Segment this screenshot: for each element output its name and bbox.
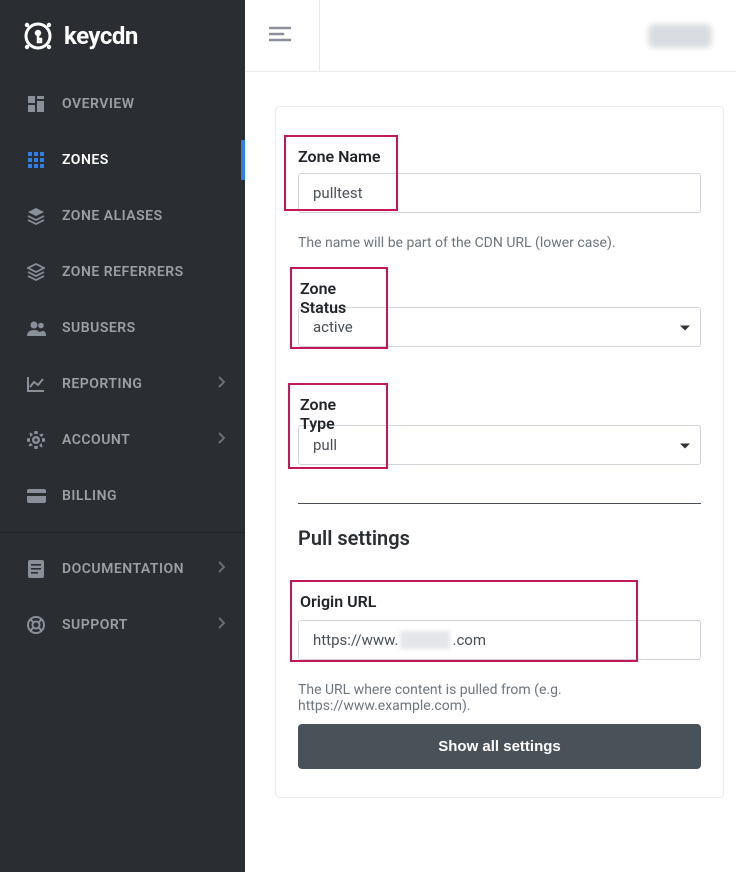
chevron-right-icon — [217, 617, 225, 633]
sidebar-item-zone-referrers[interactable]: ZONE REFERRERS — [0, 244, 245, 300]
sidebar-item-reporting[interactable]: REPORTING — [0, 356, 245, 412]
sidebar-item-billing[interactable]: BILLING — [0, 468, 245, 524]
sidebar-item-label: SUPPORT — [62, 617, 128, 633]
layers-outline-icon — [26, 262, 46, 282]
field-origin-url: Origin URL https://www. .com The URL whe… — [298, 580, 701, 662]
sidebar-item-overview[interactable]: OVERVIEW — [0, 76, 245, 132]
origin-url-label: Origin URL — [292, 582, 636, 621]
zone-name-help: The name will be part of the CDN URL (lo… — [298, 235, 616, 251]
chevron-right-icon — [217, 376, 225, 392]
sidebar-item-label: REPORTING — [62, 376, 142, 392]
zone-status-label: Zone Status — [292, 269, 386, 327]
sidebar-item-label: ZONES — [62, 152, 109, 168]
chart-icon — [26, 374, 46, 394]
document-icon — [26, 559, 46, 579]
field-zone-type: Zone Type pull — [298, 383, 701, 469]
section-separator — [298, 503, 701, 504]
zone-type-label: Zone Type — [290, 385, 386, 443]
sidebar: keycdn OVERVIEW ZONES ZONE ALIASES ZONE … — [0, 0, 245, 872]
sidebar-item-label: ACCOUNT — [62, 432, 130, 448]
grid-icon — [26, 150, 46, 170]
sidebar-item-label: SUBUSERS — [62, 320, 136, 336]
layers-icon — [26, 206, 46, 226]
field-zone-status: Zone Status active — [298, 267, 701, 349]
brand-logo[interactable]: keycdn — [0, 0, 245, 76]
pull-settings-heading: Pull settings — [298, 526, 701, 550]
sidebar-item-zone-aliases[interactable]: ZONE ALIASES — [0, 188, 245, 244]
origin-url-help: The URL where content is pulled from (e.… — [298, 682, 598, 714]
sidebar-item-label: DOCUMENTATION — [62, 561, 184, 577]
content: Zone Name The name will be part of the C… — [245, 72, 736, 818]
sidebar-item-label: ZONE ALIASES — [62, 208, 163, 224]
zone-name-label: Zone Name — [286, 137, 396, 176]
brand-name: keycdn — [64, 22, 138, 50]
keycdn-logo-icon — [20, 18, 56, 54]
topbar — [245, 0, 736, 72]
sidebar-item-label: BILLING — [62, 488, 117, 504]
show-all-settings-button[interactable]: Show all settings — [298, 724, 701, 769]
dashboard-icon — [26, 94, 46, 114]
nav-secondary: DOCUMENTATION SUPPORT — [0, 541, 245, 653]
menu-toggle-icon[interactable] — [269, 26, 291, 46]
chevron-right-icon — [217, 432, 225, 448]
field-zone-name: Zone Name The name will be part of the C… — [298, 135, 701, 217]
zone-form-card: Zone Name The name will be part of the C… — [275, 106, 724, 798]
user-badge-redacted — [648, 24, 712, 48]
sidebar-item-account[interactable]: ACCOUNT — [0, 412, 245, 468]
sidebar-item-zones[interactable]: ZONES — [0, 132, 245, 188]
main: Zone Name The name will be part of the C… — [245, 0, 736, 872]
sidebar-item-label: ZONE REFERRERS — [62, 264, 184, 280]
sidebar-item-subusers[interactable]: SUBUSERS — [0, 300, 245, 356]
gear-icon — [26, 430, 46, 450]
sidebar-item-documentation[interactable]: DOCUMENTATION — [0, 541, 245, 597]
chevron-right-icon — [217, 561, 225, 577]
credit-card-icon — [26, 486, 46, 506]
sidebar-item-support[interactable]: SUPPORT — [0, 597, 245, 653]
separator — [319, 0, 320, 72]
lifebuoy-icon — [26, 615, 46, 635]
nav-primary: OVERVIEW ZONES ZONE ALIASES ZONE REFERRE… — [0, 76, 245, 533]
sidebar-item-label: OVERVIEW — [62, 96, 135, 112]
users-icon — [26, 318, 46, 338]
